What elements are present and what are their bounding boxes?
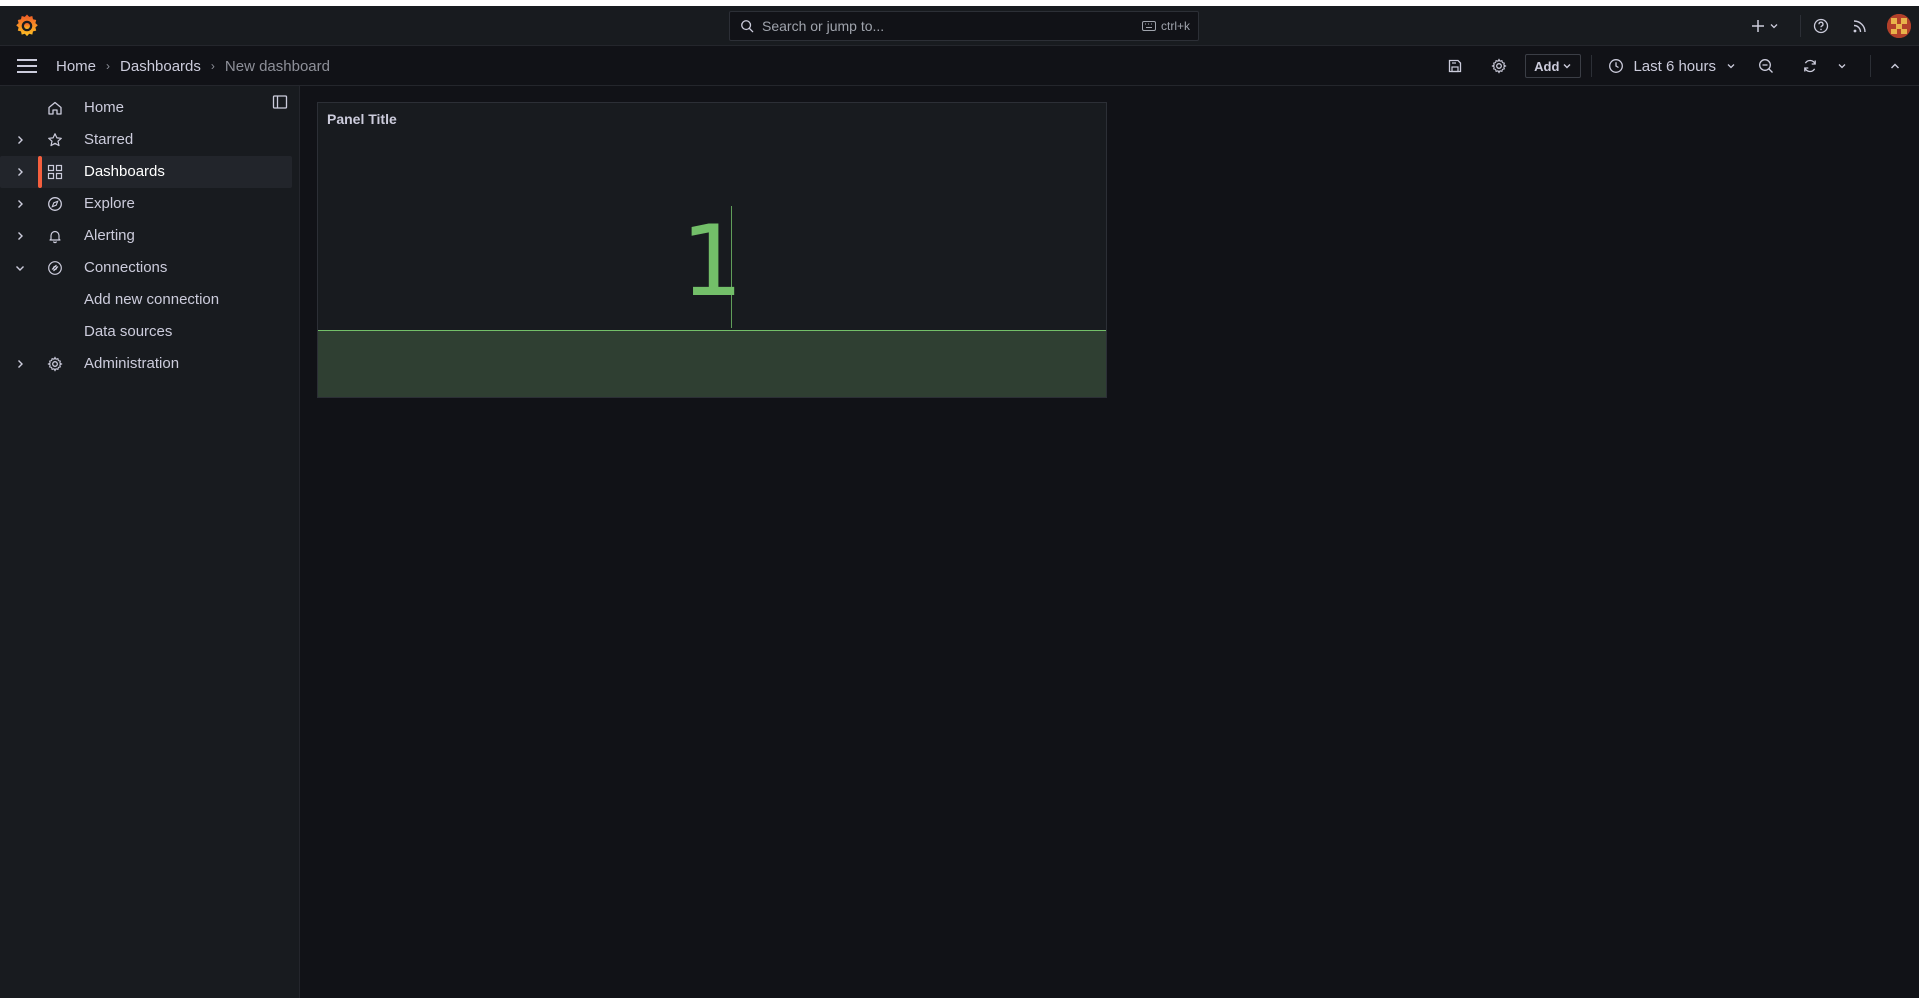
avatar-pattern-icon bbox=[1887, 14, 1911, 38]
clock-icon bbox=[1609, 59, 1624, 73]
apps-icon bbox=[47, 164, 63, 180]
sidebar-nav: Home Starred Dashboards Explore Alerting… bbox=[0, 86, 300, 998]
sidebar-item-label: Connections bbox=[84, 259, 168, 276]
chevron-down-icon bbox=[1563, 64, 1571, 69]
avatar bbox=[1887, 14, 1911, 38]
breadcrumb-current: New dashboard bbox=[224, 57, 330, 75]
bell-icon bbox=[49, 230, 61, 244]
stat-value: 1 bbox=[680, 205, 744, 319]
search-placeholder: Search or jump to... bbox=[762, 18, 885, 34]
chevron-right-icon[interactable] bbox=[14, 230, 26, 242]
new-button[interactable] bbox=[1748, 19, 1782, 33]
chevron-down-icon bbox=[1770, 24, 1778, 29]
dashboard-tools: Add Last 6 hours bbox=[1439, 46, 1919, 86]
chevron-down-icon[interactable] bbox=[14, 262, 26, 274]
chevron-up-icon bbox=[1891, 63, 1899, 69]
help-icon bbox=[1813, 18, 1829, 34]
rss-icon bbox=[1853, 20, 1866, 33]
breadcrumb: Home › Dashboards › New dashboard bbox=[56, 46, 330, 86]
profile-button[interactable] bbox=[1879, 14, 1919, 38]
chevron-right-icon[interactable] bbox=[14, 198, 26, 210]
sidebar-item-label: Starred bbox=[84, 131, 134, 148]
chevron-down-icon bbox=[1838, 64, 1846, 69]
search-shortcut: ctrl+k bbox=[1141, 19, 1190, 33]
breadcrumb-home[interactable]: Home bbox=[56, 58, 96, 75]
search-input[interactable]: Search or jump to... ctrl+k bbox=[729, 11, 1199, 41]
zoom-out-icon bbox=[1759, 59, 1773, 73]
home-icon bbox=[48, 101, 62, 115]
help-button[interactable] bbox=[1801, 18, 1841, 34]
compass-icon bbox=[48, 197, 62, 211]
save-icon bbox=[1449, 59, 1462, 73]
chevron-right-icon[interactable] bbox=[14, 134, 26, 146]
link-icon bbox=[48, 261, 62, 275]
sidebar-item-label: Administration bbox=[84, 355, 180, 372]
chevron-right-icon[interactable] bbox=[14, 358, 26, 370]
sidebar-item-add-new-connection[interactable]: Add new connection bbox=[0, 284, 292, 316]
sidebar-item-dashboards[interactable]: Dashboards bbox=[0, 156, 292, 188]
sidebar-item-label: Home bbox=[84, 99, 125, 116]
sidebar-item-starred[interactable]: Starred bbox=[0, 124, 292, 156]
chevron-down-icon bbox=[1727, 64, 1735, 69]
grafana-app: Search or jump to... ctrl+k Home › Dashb… bbox=[0, 6, 1919, 998]
sidebar-item-administration[interactable]: Administration bbox=[0, 348, 292, 380]
news-button[interactable] bbox=[1841, 18, 1879, 34]
chevron-right-icon[interactable] bbox=[14, 166, 26, 178]
sidebar-item-data-sources[interactable]: Data sources bbox=[0, 316, 292, 348]
search-icon bbox=[741, 20, 754, 33]
refresh-icon bbox=[1804, 59, 1816, 73]
breadcrumb-separator: › bbox=[106, 59, 111, 73]
sidebar-item-label: Alerting bbox=[84, 227, 135, 244]
top-bar: Search or jump to... ctrl+k bbox=[0, 6, 1919, 46]
top-right-actions bbox=[1748, 6, 1919, 46]
settings-button[interactable] bbox=[1483, 58, 1515, 74]
plus-icon bbox=[1752, 20, 1764, 32]
sidebar-item-label: Add new connection bbox=[84, 291, 220, 308]
text-cursor bbox=[731, 206, 732, 328]
star-icon bbox=[48, 133, 62, 147]
shortcut-label: ctrl+k bbox=[1160, 19, 1190, 33]
zoom-out-button[interactable] bbox=[1750, 58, 1782, 74]
sidebar-item-connections[interactable]: Connections bbox=[0, 252, 292, 284]
dashboard-toolbar: Home › Dashboards › New dashboard Add La… bbox=[0, 46, 1919, 86]
stat-panel[interactable]: Panel Title 1 bbox=[317, 102, 1107, 398]
collapse-toolbar-button[interactable] bbox=[1871, 60, 1919, 72]
active-indicator bbox=[38, 156, 42, 188]
sidebar-item-label: Data sources bbox=[84, 323, 173, 340]
sidebar-item-label: Explore bbox=[84, 195, 135, 212]
sidebar-item-label: Dashboards bbox=[84, 163, 165, 180]
grafana-logo-icon[interactable] bbox=[14, 13, 40, 39]
gear-icon bbox=[1491, 58, 1507, 74]
time-range-picker[interactable]: Last 6 hours bbox=[1608, 58, 1736, 75]
sidebar-item-explore[interactable]: Explore bbox=[0, 188, 292, 220]
gear-icon bbox=[47, 356, 63, 372]
add-button[interactable]: Add bbox=[1525, 54, 1582, 78]
keyboard-icon bbox=[1141, 21, 1156, 31]
breadcrumb-separator: › bbox=[210, 59, 215, 73]
sidebar-item-alerting[interactable]: Alerting bbox=[0, 220, 292, 252]
refresh-button[interactable] bbox=[1794, 58, 1826, 74]
time-range-label: Last 6 hours bbox=[1633, 57, 1716, 75]
sidebar-item-home[interactable]: Home bbox=[0, 92, 292, 124]
sparkline-area bbox=[318, 330, 1106, 397]
refresh-interval-button[interactable] bbox=[1826, 61, 1858, 71]
divider bbox=[1591, 55, 1593, 77]
breadcrumb-dashboards[interactable]: Dashboards bbox=[120, 58, 201, 75]
menu-icon[interactable] bbox=[16, 57, 38, 75]
add-label: Add bbox=[1534, 58, 1560, 74]
save-button[interactable] bbox=[1439, 58, 1471, 74]
panel-title[interactable]: Panel Title bbox=[327, 111, 397, 127]
